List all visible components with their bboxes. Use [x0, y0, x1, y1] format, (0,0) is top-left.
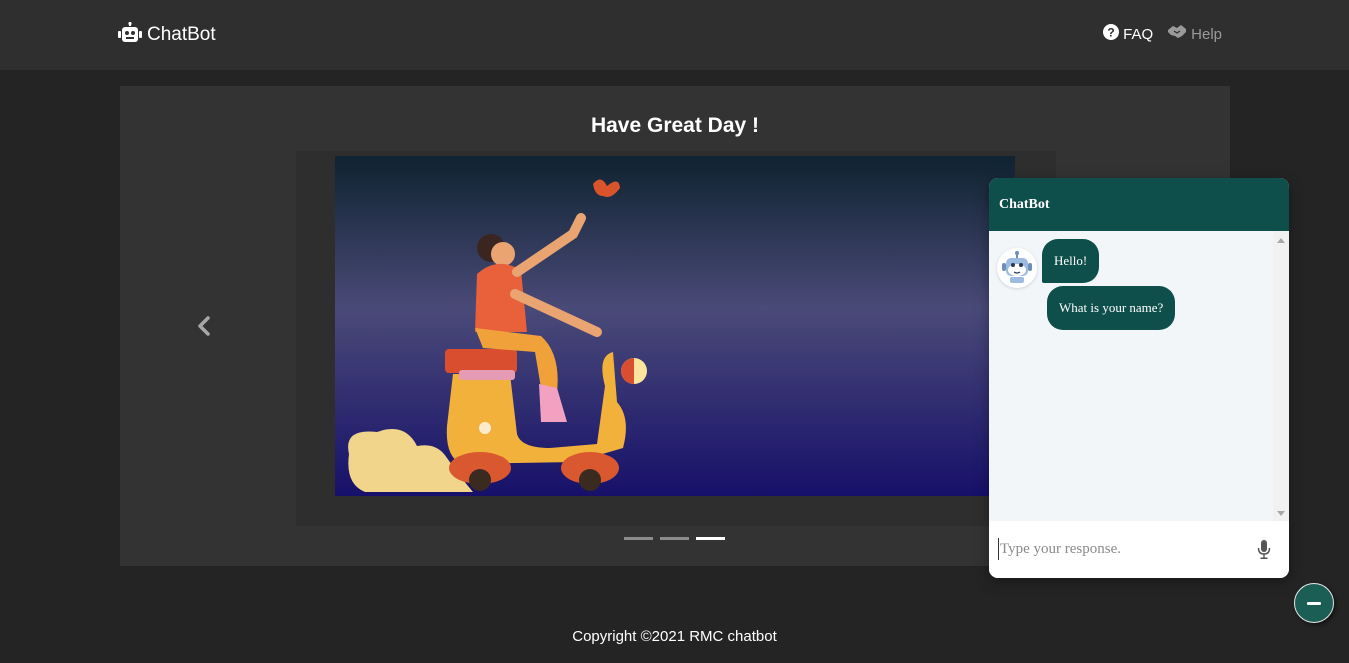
carousel-prev-button[interactable]: [192, 314, 216, 338]
help-link[interactable]: Help: [1167, 24, 1222, 44]
carousel-indicators: [624, 537, 725, 540]
minus-icon: [1307, 601, 1321, 605]
chat-messages[interactable]: Hello! What is your name?: [989, 231, 1289, 521]
slide-image: [335, 156, 1015, 496]
robot-icon: [118, 21, 142, 49]
bot-avatar-icon: [997, 248, 1037, 288]
carousel-indicator-2[interactable]: [660, 537, 689, 540]
chat-minimize-button[interactable]: [1294, 583, 1334, 623]
microphone-icon[interactable]: [1257, 540, 1271, 559]
faq-link[interactable]: ? FAQ: [1103, 24, 1153, 44]
bot-message: Hello!: [1042, 239, 1100, 283]
chat-response-input[interactable]: [998, 538, 1245, 560]
scroll-up-arrow-icon[interactable]: [1277, 238, 1285, 243]
faq-label: FAQ: [1123, 25, 1154, 43]
carousel-indicator-1[interactable]: [624, 537, 653, 540]
chat-input-bar: [989, 521, 1289, 578]
chevron-left-icon: [192, 316, 216, 342]
scroll-down-arrow-icon[interactable]: [1277, 511, 1285, 516]
footer-copyright: Copyright ©2021 RMC chatbot: [572, 628, 777, 645]
chat-title: ChatBot: [999, 196, 1050, 212]
carousel-title: Have Great Day !: [590, 114, 760, 137]
chat-scrollbar[interactable]: [1273, 231, 1289, 521]
brand-link[interactable]: ChatBot: [118, 21, 216, 49]
help-label: Help: [1191, 25, 1222, 43]
nav-links: ? FAQ Help: [1103, 24, 1222, 44]
handshake-icon: [1167, 24, 1187, 44]
navbar: ChatBot ? FAQ Help: [0, 0, 1349, 70]
brand-name: ChatBot: [147, 24, 216, 45]
carousel-indicator-3[interactable]: [696, 537, 725, 540]
svg-text:?: ?: [1107, 26, 1114, 40]
bot-message: What is your name?: [1047, 286, 1176, 330]
chat-header: ChatBot: [989, 178, 1289, 231]
chat-widget: ChatBot Hello! What is your name?: [989, 178, 1289, 578]
question-circle-icon: ?: [1103, 24, 1120, 44]
